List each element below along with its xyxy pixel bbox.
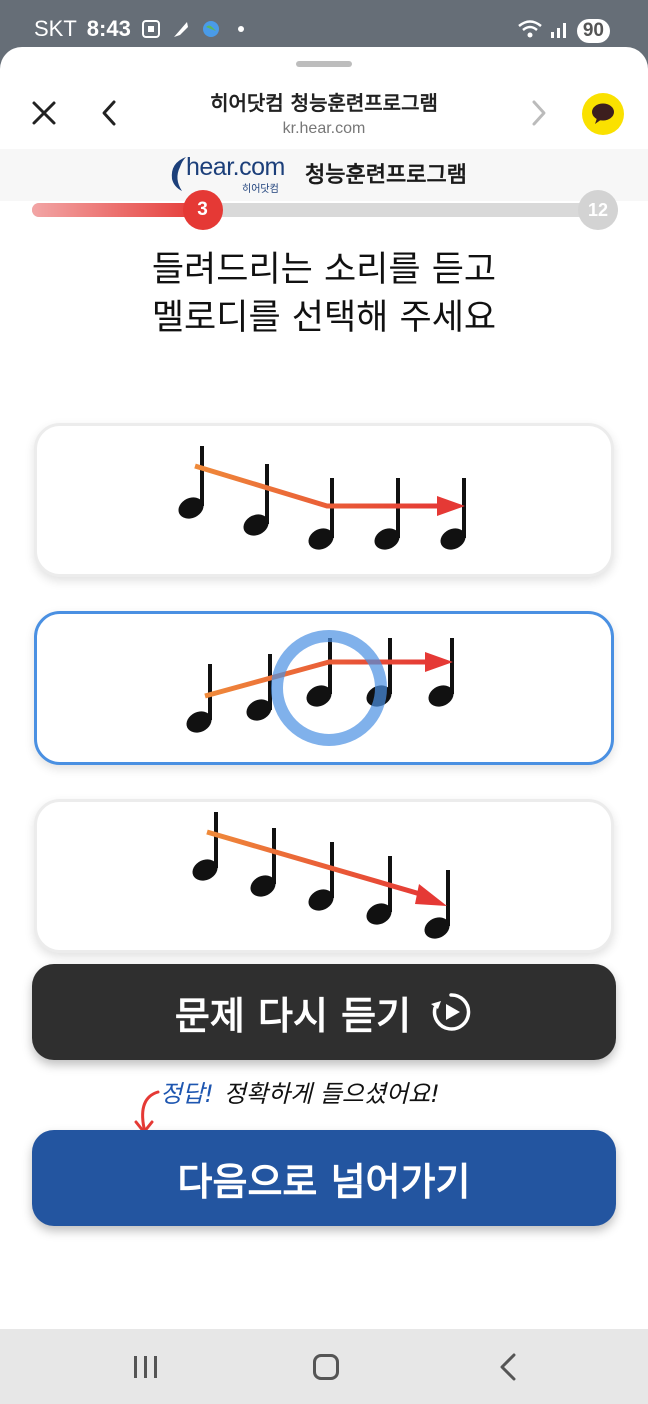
replay-play-icon xyxy=(431,993,471,1031)
progress-fill xyxy=(32,203,203,217)
chevron-right-icon xyxy=(532,100,546,126)
sheet-drag-handle[interactable] xyxy=(296,61,352,67)
carrier-label: SKT xyxy=(34,16,77,41)
melody-high-down-flat-diagram xyxy=(178,446,466,550)
clock: 8:43 xyxy=(86,16,131,41)
chevron-left-icon xyxy=(102,100,116,126)
back-button[interactable] xyxy=(96,97,124,129)
feedback-message: 정답! 정확하게 들으셨어요! xyxy=(160,1074,440,1109)
page-title: 히어닷컴 청능훈련프로그램 xyxy=(210,91,438,115)
question-text: 들려드리는 소리를 듣고 멜로디를 선택해 주세요 xyxy=(0,246,648,342)
nav-back-icon[interactable] xyxy=(496,1351,520,1383)
feedback-detail: 정확하게 들으셨어요! xyxy=(223,1080,440,1108)
browser-sheet: 히어닷컴 청능훈련프로그램 kr.hear.com hear.com 히어닷컴 … xyxy=(0,47,648,1329)
melody-low-up-flat-diagram xyxy=(186,630,454,746)
brand-title: 청능훈련프로그램 xyxy=(305,163,467,188)
recent-apps-icon[interactable] xyxy=(132,1354,160,1380)
feedback-correct-label: 정답! xyxy=(160,1080,214,1108)
wifi-icon xyxy=(517,18,543,44)
screenshot-icon xyxy=(141,19,161,39)
melody-option-2[interactable] xyxy=(34,611,614,765)
next-button-label: 다음으로 넘어가기 xyxy=(177,1159,471,1204)
replay-button-label: 문제 다시 듣기 xyxy=(174,993,412,1038)
melody-descending-diagram xyxy=(192,812,450,939)
close-button[interactable] xyxy=(28,97,60,129)
signal-icon xyxy=(549,18,571,44)
progress-current-badge: 3 xyxy=(182,190,223,230)
melody-option-3[interactable] xyxy=(34,799,614,953)
browser-toolbar: 히어닷컴 청능훈련프로그램 kr.hear.com xyxy=(0,71,648,149)
next-question-button[interactable]: 다음으로 넘어가기 xyxy=(32,1130,616,1226)
close-icon xyxy=(32,101,56,125)
feather-icon xyxy=(171,19,191,39)
globe-icon xyxy=(201,19,221,39)
page-title-block: 히어닷컴 청능훈련프로그램 kr.hear.com xyxy=(140,87,508,138)
question-line-2: 멜로디를 선택해 주세요 xyxy=(151,298,497,338)
system-nav-bar xyxy=(0,1329,648,1404)
page-url: kr.hear.com xyxy=(282,120,366,137)
progress-bar: 3 12 xyxy=(32,190,618,230)
battery-indicator: 90 xyxy=(576,19,610,43)
progress-total-badge: 12 xyxy=(578,190,618,230)
question-line-1: 들려드리는 소리를 듣고 xyxy=(151,250,497,290)
replay-question-button[interactable]: 문제 다시 듣기 xyxy=(32,964,616,1060)
forward-button[interactable] xyxy=(524,97,552,129)
notification-dot-icon xyxy=(231,19,251,39)
logo-text: hear.com xyxy=(186,153,285,181)
speech-bubble-icon xyxy=(592,103,614,124)
melody-option-1[interactable] xyxy=(34,423,614,577)
home-icon[interactable] xyxy=(313,1354,339,1380)
kakao-talk-button[interactable] xyxy=(582,93,624,135)
